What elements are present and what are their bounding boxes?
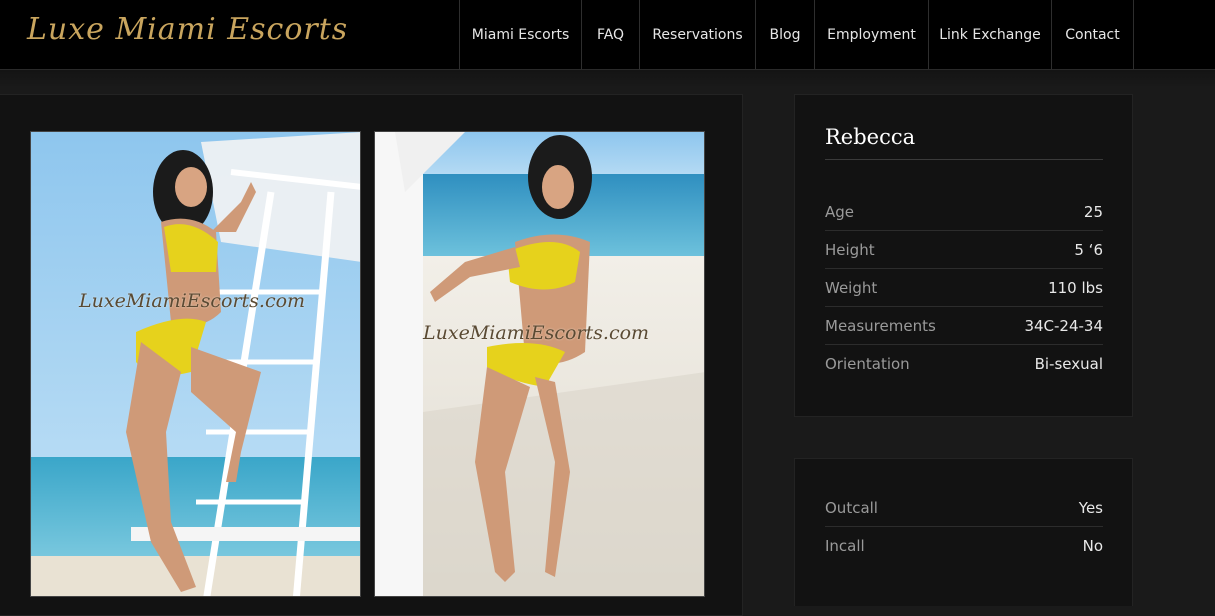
service-label: Incall — [825, 536, 865, 555]
profile-services-panel: Outcall Yes Incall No — [794, 458, 1133, 606]
stat-label: Height — [825, 240, 875, 259]
lifeguard-tower-figure-illustration — [126, 132, 360, 596]
stat-label: Weight — [825, 278, 878, 297]
site-header: Luxe Miami Escorts Miami Escorts FAQ Res… — [0, 0, 1215, 70]
stat-label: Measurements — [825, 316, 936, 335]
stat-value: 110 lbs — [1048, 278, 1103, 297]
stat-row: Measurements 34C-24-34 — [825, 307, 1103, 345]
stat-label: Age — [825, 202, 855, 221]
beach-figure-illustration — [375, 132, 704, 596]
stat-value: Bi-sexual — [1034, 354, 1103, 373]
services-list: Outcall Yes Incall No — [825, 489, 1103, 564]
nav-reservations[interactable]: Reservations — [640, 0, 756, 69]
service-row: Incall No — [825, 527, 1103, 564]
service-value: No — [1082, 536, 1103, 555]
gallery-photo[interactable]: LuxeMiamiEscorts.com — [374, 131, 705, 597]
stat-value: 34C-24-34 — [1024, 316, 1103, 335]
nav-blog[interactable]: Blog — [756, 0, 815, 69]
stat-value: 25 — [1083, 202, 1103, 221]
gallery-photo[interactable]: LuxeMiamiEscorts.com — [30, 131, 361, 597]
stat-label: Orientation — [825, 354, 910, 373]
photo-gallery: LuxeMiamiEscorts.com LuxeMiamiEscorts.co… — [0, 94, 743, 616]
photo-watermark: LuxeMiamiEscorts.com — [79, 290, 306, 312]
nav-miami-escorts[interactable]: Miami Escorts — [460, 0, 582, 69]
stat-row: Height 5 ‘6 — [825, 231, 1103, 269]
photo-watermark: LuxeMiamiEscorts.com — [423, 322, 650, 344]
main-nav: Miami Escorts FAQ Reservations Blog Empl… — [459, 0, 1134, 69]
stat-row: Weight 110 lbs — [825, 269, 1103, 307]
service-label: Outcall — [825, 498, 878, 517]
stat-row: Age 25 — [825, 193, 1103, 231]
nav-contact[interactable]: Contact — [1052, 0, 1134, 69]
stats-list: Age 25 Height 5 ‘6 Weight 110 lbs Measur… — [825, 193, 1103, 382]
service-row: Outcall Yes — [825, 489, 1103, 527]
nav-employment[interactable]: Employment — [815, 0, 929, 69]
site-logo[interactable]: Luxe Miami Escorts — [27, 12, 348, 47]
header-shadow — [0, 70, 1215, 88]
stat-value: 5 ‘6 — [1074, 240, 1103, 259]
profile-name: Rebecca — [825, 125, 1103, 160]
stat-row: Orientation Bi-sexual — [825, 345, 1103, 382]
service-value: Yes — [1078, 498, 1103, 517]
nav-faq[interactable]: FAQ — [582, 0, 640, 69]
profile-stats-panel: Rebecca Age 25 Height 5 ‘6 Weight 110 lb… — [794, 94, 1133, 417]
nav-link-exchange[interactable]: Link Exchange — [929, 0, 1052, 69]
